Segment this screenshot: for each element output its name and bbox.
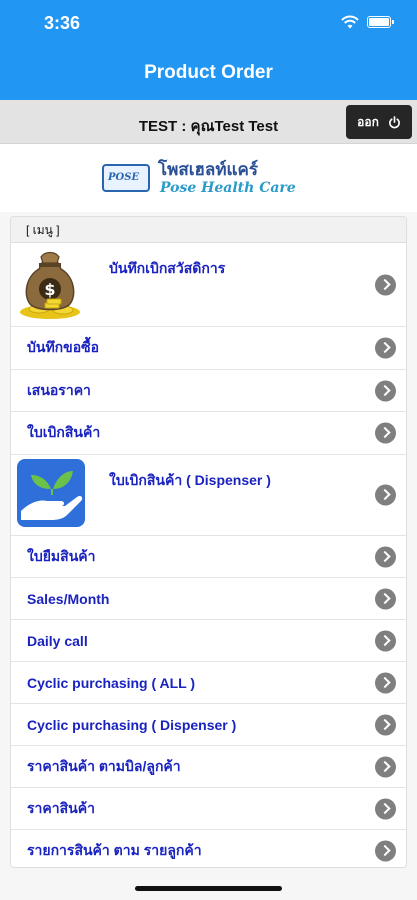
menu-item-products-by-customer[interactable]: รายการสินค้า ตาม รายลูกค้า bbox=[11, 830, 406, 867]
user-bar: TEST : คุณTest Test ออก bbox=[0, 100, 417, 144]
menu-item-daily-call[interactable]: Daily call bbox=[11, 620, 406, 662]
logo-name-th: โพสเฮลท์แคร์ bbox=[158, 160, 258, 179]
nav-bar: Product Order bbox=[0, 48, 417, 100]
menu-item-label: บันทึกขอซื้อ bbox=[27, 339, 100, 355]
menu-item-label: Daily call bbox=[27, 632, 88, 649]
menu-item-label: ราคาสินค้า ตามบิล/ลูกค้า bbox=[27, 757, 181, 774]
menu-item-label: ราคาสินค้า bbox=[27, 799, 95, 816]
power-icon bbox=[388, 115, 400, 128]
chevron-right-icon bbox=[375, 630, 396, 651]
page-title: Product Order bbox=[144, 62, 273, 83]
status-icons bbox=[341, 15, 394, 29]
chevron-right-icon bbox=[375, 380, 396, 401]
menu-item-sales-month[interactable]: Sales/Month bbox=[11, 578, 406, 620]
menu-item-price[interactable]: ราคาสินค้า bbox=[11, 788, 406, 830]
chevron-right-icon bbox=[375, 840, 396, 862]
menu-item-label: ใบเบิกสินค้า ( Dispenser ) bbox=[109, 472, 271, 488]
logout-label: ออก bbox=[357, 114, 379, 129]
menu-item-borrow[interactable]: ใบยืมสินค้า bbox=[11, 536, 406, 578]
menu-item-label: รายการสินค้า ตาม รายลูกค้า bbox=[27, 842, 202, 858]
menu-item-label: เสนอราคา bbox=[27, 381, 91, 398]
chevron-right-icon bbox=[375, 484, 396, 506]
menu-item-label: Sales/Month bbox=[27, 590, 110, 607]
logo-area: POSE โพสเฮลท์แคร์ Pose Health Care bbox=[0, 144, 417, 212]
logout-button[interactable]: ออก bbox=[346, 105, 412, 139]
menu-item-purchase-request[interactable]: บันทึกขอซื้อ bbox=[11, 327, 406, 370]
menu-item-label: Cyclic purchasing ( ALL ) bbox=[27, 674, 196, 691]
menu-item-price-by-bill[interactable]: ราคาสินค้า ตามบิล/ลูกค้า bbox=[11, 746, 406, 788]
menu-item-cyclic-all[interactable]: Cyclic purchasing ( ALL ) bbox=[11, 662, 406, 704]
chevron-right-icon bbox=[375, 714, 396, 735]
menu-panel: [ เมนู ] $ บันทึกเบิกสวัสดิการ บันทึกขอซ… bbox=[10, 216, 407, 868]
menu-item-label: ใบยืมสินค้า bbox=[27, 547, 96, 564]
menu-item-requisition-dispenser[interactable]: ใบเบิกสินค้า ( Dispenser ) bbox=[11, 455, 406, 536]
status-time: 3:36 bbox=[44, 13, 81, 33]
chevron-right-icon bbox=[375, 422, 396, 444]
menu-header: [ เมนู ] bbox=[11, 217, 406, 243]
chevron-right-icon bbox=[375, 798, 396, 819]
logo-name-en: Pose Health Care bbox=[160, 180, 296, 196]
menu-item-label: ใบเบิกสินค้า bbox=[27, 424, 101, 440]
hand-plant-icon bbox=[17, 459, 85, 527]
menu-item-welfare[interactable]: $ บันทึกเบิกสวัสดิการ bbox=[11, 243, 406, 327]
money-bag-icon: $ bbox=[20, 251, 80, 319]
battery-icon bbox=[367, 16, 394, 28]
menu-item-requisition[interactable]: ใบเบิกสินค้า bbox=[11, 412, 406, 455]
chevron-right-icon bbox=[375, 337, 396, 359]
chevron-right-icon bbox=[375, 546, 396, 567]
chevron-right-icon bbox=[375, 274, 396, 295]
chevron-right-icon bbox=[375, 756, 396, 777]
svg-text:$: $ bbox=[44, 280, 55, 299]
status-bar: 3:36 bbox=[0, 0, 417, 48]
chevron-right-icon bbox=[375, 672, 396, 693]
menu-item-label: Cyclic purchasing ( Dispenser ) bbox=[27, 716, 237, 733]
chevron-right-icon bbox=[375, 588, 396, 609]
logo-badge: POSE bbox=[102, 164, 150, 192]
menu-item-cyclic-dispenser[interactable]: Cyclic purchasing ( Dispenser ) bbox=[11, 704, 406, 746]
wifi-icon bbox=[341, 15, 359, 29]
menu-item-quotation[interactable]: เสนอราคา bbox=[11, 370, 406, 412]
company-logo: POSE โพสเฮลท์แคร์ Pose Health Care bbox=[102, 154, 296, 202]
menu-item-label: บันทึกเบิกสวัสดิการ bbox=[109, 260, 226, 276]
home-indicator[interactable] bbox=[135, 886, 282, 891]
